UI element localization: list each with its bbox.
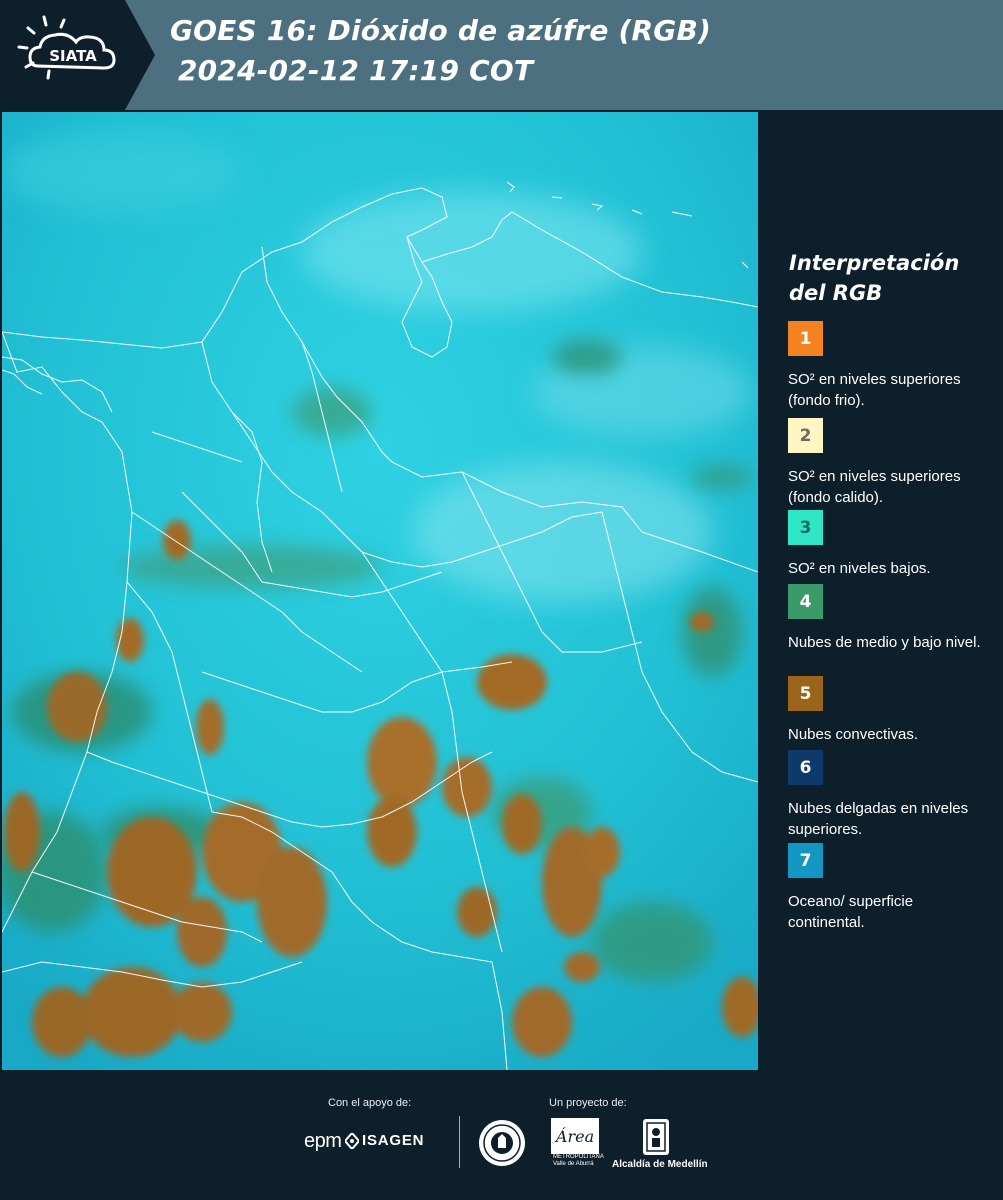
alcaldia-shield-icon[interactable] xyxy=(642,1118,670,1156)
image-timestamp: 2024-02-12 17:19 COT xyxy=(178,54,534,87)
legend-label-4: Nubes de medio y bajo nivel. xyxy=(788,634,981,651)
siata-logo-text: SIATA xyxy=(49,47,97,65)
legend-swatch-1: 1 xyxy=(788,321,823,356)
epm-logo[interactable]: epm xyxy=(304,1130,342,1153)
area-logo-text: Área xyxy=(554,1126,594,1146)
legend-label-5: Nubes convectivas. xyxy=(788,726,919,743)
legend-item-1: 1 SO² en niveles superiores (fondo frio)… xyxy=(788,321,988,411)
area-sub-line2: Valle de Aburrá xyxy=(553,1161,594,1167)
isagen-icon xyxy=(345,1133,359,1149)
satellite-map[interactable] xyxy=(2,112,758,1070)
siata-logo-icon: SIATA xyxy=(0,0,155,110)
legend-label-7: Oceano/ superficie continental. xyxy=(788,893,914,931)
legend-swatch-2: 2 xyxy=(788,418,823,453)
university-seal-icon[interactable] xyxy=(478,1118,526,1168)
legend-item-6: 6 Nubes delgadas en niveles superiores. xyxy=(788,750,988,840)
legend-label-6: Nubes delgadas en niveles superiores. xyxy=(788,800,969,838)
isagen-logo[interactable]: ISAGEN xyxy=(362,1132,424,1149)
area-metropolitana-subtitle: METROPOLITANA Valle de Aburrá xyxy=(553,1154,604,1168)
alcaldia-label: Alcaldía de Medellín xyxy=(612,1159,708,1170)
legend-swatch-7: 7 xyxy=(788,843,823,878)
support-label: Con el apoyo de: xyxy=(328,1097,412,1109)
legend-swatch-3: 3 xyxy=(788,510,823,545)
legend-item-3: 3 SO² en niveles bajos. xyxy=(788,510,988,579)
legend-label-1: SO² en niveles superiores (fondo frio). xyxy=(788,371,961,409)
area-sub-line1: METROPOLITANA xyxy=(553,1154,604,1160)
header-bar: SIATA GOES 16: Dióxido de azúfre (RGB) 2… xyxy=(0,0,1003,110)
legend-item-2: 2 SO² en niveles superiores (fondo calid… xyxy=(788,418,988,508)
legend-title: Interpretación del RGB xyxy=(789,248,989,308)
legend-swatch-6: 6 xyxy=(788,750,823,785)
legend-panel: Interpretación del RGB 1 SO² en niveles … xyxy=(760,110,1003,1068)
area-metropolitana-logo-icon[interactable]: Área xyxy=(551,1118,599,1154)
page-title: GOES 16: Dióxido de azúfre (RGB) xyxy=(170,14,712,47)
legend-swatch-5: 5 xyxy=(788,676,823,711)
legend-item-5: 5 Nubes convectivas. xyxy=(788,676,988,745)
legend-label-3: SO² en niveles bajos. xyxy=(788,560,931,577)
legend-swatch-4: 4 xyxy=(788,584,823,619)
legend-label-2: SO² en niveles superiores (fondo calido)… xyxy=(788,468,961,506)
legend-title-line1: Interpretación xyxy=(789,251,960,275)
project-label: Un proyecto de: xyxy=(549,1097,627,1109)
legend-item-7: 7 Oceano/ superficie continental. xyxy=(788,843,988,933)
legend-item-4: 4 Nubes de medio y bajo nivel. xyxy=(788,584,988,653)
footer: Con el apoyo de: Un proyecto de: epm ISA… xyxy=(0,1070,1003,1200)
siata-logo[interactable]: SIATA xyxy=(0,0,155,110)
footer-divider xyxy=(459,1116,460,1168)
legend-title-line2: del RGB xyxy=(789,281,883,305)
